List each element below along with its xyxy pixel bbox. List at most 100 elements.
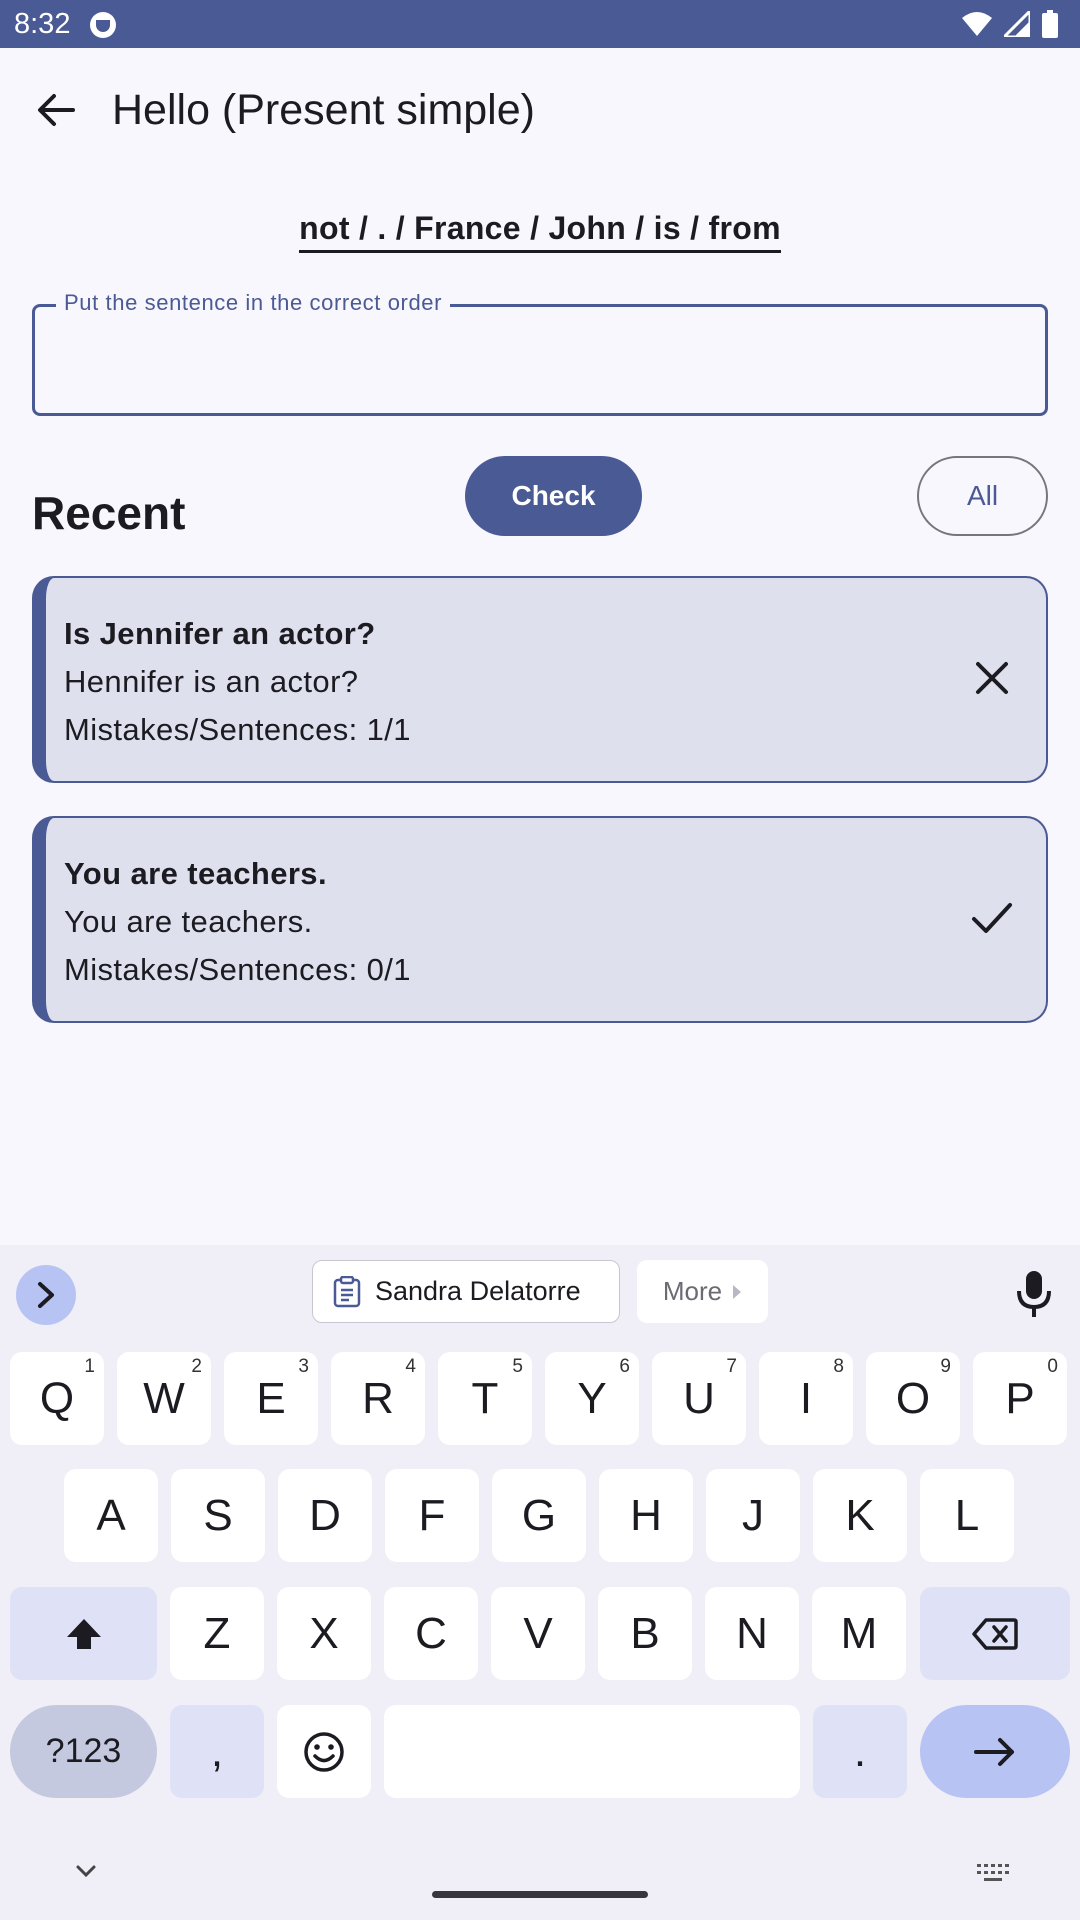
key-f[interactable]: F — [385, 1469, 479, 1562]
key-label: L — [954, 1490, 980, 1540]
arrow-forward-icon — [974, 1737, 1014, 1766]
key-g[interactable]: G — [492, 1469, 586, 1562]
key-m[interactable]: M — [812, 1587, 906, 1680]
key-b[interactable]: B — [598, 1587, 692, 1680]
key-o[interactable]: O9 — [866, 1352, 960, 1445]
key-j[interactable]: J — [706, 1469, 800, 1562]
hide-keyboard-icon[interactable] — [72, 1862, 100, 1882]
correct-sentence: You are teachers. — [64, 856, 327, 891]
key-label: I — [799, 1373, 813, 1423]
sentence-input-field[interactable] — [32, 304, 1048, 416]
symbols-key[interactable]: ?123 — [10, 1705, 157, 1798]
key-hint-number: 0 — [1047, 1356, 1058, 1377]
signal-icon — [1004, 11, 1030, 37]
period-key[interactable]: . — [813, 1705, 907, 1798]
key-label: G — [521, 1490, 557, 1540]
user-sentence: You are teachers. — [64, 904, 313, 939]
key-label: T — [471, 1373, 499, 1423]
more-label: More — [662, 1276, 723, 1306]
key-u[interactable]: U7 — [652, 1352, 746, 1445]
key-label: A — [96, 1490, 126, 1540]
word-prompt: not / . / France / John / is / from — [0, 210, 1080, 253]
key-label: B — [630, 1608, 660, 1658]
backspace-icon — [972, 1617, 1018, 1650]
comma-key[interactable]: , — [170, 1705, 264, 1798]
key-label: O — [895, 1373, 931, 1423]
key-hint-number: 7 — [726, 1356, 737, 1377]
status-bar: 8:32 — [0, 0, 1080, 48]
key-label: D — [309, 1490, 341, 1540]
emoji-key[interactable] — [277, 1705, 371, 1798]
mistakes-stats: Mistakes/Sentences: 0/1 — [64, 952, 411, 987]
mistakes-stats: Mistakes/Sentences: 1/1 — [64, 712, 411, 747]
page-title: Hello (Present simple) — [112, 86, 535, 134]
key-label: V — [523, 1608, 553, 1658]
key-label: M — [840, 1608, 878, 1658]
key-c[interactable]: C — [384, 1587, 478, 1680]
key-label: S — [203, 1490, 233, 1540]
key-l[interactable]: L — [920, 1469, 1014, 1562]
more-suggestions-button[interactable]: More — [637, 1260, 768, 1323]
enter-key[interactable] — [920, 1705, 1070, 1798]
key-d[interactable]: D — [278, 1469, 372, 1562]
key-label: Q — [39, 1373, 75, 1423]
notification-face-icon — [90, 12, 116, 38]
key-e[interactable]: E3 — [224, 1352, 318, 1445]
emoji-icon — [304, 1731, 344, 1772]
key-q[interactable]: Q1 — [10, 1352, 104, 1445]
key-label: Z — [203, 1608, 231, 1658]
key-s[interactable]: S — [171, 1469, 265, 1562]
clipboard-suggestion-chip[interactable]: Sandra Delatorre — [312, 1260, 620, 1323]
user-sentence: Hennifer is an actor? — [64, 664, 359, 699]
check-button[interactable]: Check — [465, 456, 642, 536]
space-key[interactable] — [384, 1705, 800, 1798]
key-label: F — [418, 1490, 446, 1540]
key-a[interactable]: A — [64, 1469, 158, 1562]
key-hint-number: 5 — [512, 1356, 523, 1377]
check-icon — [968, 894, 1016, 942]
chevron-right-icon — [38, 1282, 54, 1308]
key-hint-number: 8 — [833, 1356, 844, 1377]
on-screen-keyboard: Sandra Delatorre More Q1W2E3R4T5Y6U7I8O9… — [0, 1245, 1080, 1920]
status-time: 8:32 — [14, 8, 71, 40]
recent-card[interactable]: Is Jennifer an actor? Hennifer is an act… — [32, 576, 1048, 783]
key-p[interactable]: P0 — [973, 1352, 1067, 1445]
key-z[interactable]: Z — [170, 1587, 264, 1680]
all-button[interactable]: All — [917, 456, 1048, 536]
back-button[interactable] — [34, 88, 78, 132]
key-label: H — [630, 1490, 662, 1540]
key-hint-number: 9 — [940, 1356, 951, 1377]
shift-icon — [66, 1618, 101, 1649]
key-y[interactable]: Y6 — [545, 1352, 639, 1445]
home-indicator[interactable] — [432, 1891, 648, 1898]
recent-card[interactable]: You are teachers. You are teachers. Mist… — [32, 816, 1048, 1023]
backspace-key[interactable] — [920, 1587, 1070, 1680]
key-label: X — [309, 1608, 339, 1658]
key-x[interactable]: X — [277, 1587, 371, 1680]
keyboard-switch-icon[interactable] — [976, 1862, 1010, 1884]
key-label: N — [736, 1608, 768, 1658]
recent-heading: Recent — [32, 487, 186, 539]
key-v[interactable]: V — [491, 1587, 585, 1680]
arrow-back-icon — [38, 94, 75, 126]
sentence-input[interactable] — [55, 329, 1015, 389]
key-r[interactable]: R4 — [331, 1352, 425, 1445]
clipboard-icon — [333, 1275, 361, 1307]
key-label: P — [1005, 1373, 1035, 1423]
microphone-icon — [1017, 1271, 1051, 1317]
key-label: Y — [577, 1373, 607, 1423]
shift-key[interactable] — [10, 1587, 157, 1680]
wifi-icon — [962, 12, 992, 36]
key-hint-number: 2 — [191, 1356, 202, 1377]
key-i[interactable]: I8 — [759, 1352, 853, 1445]
suggestion-text: Sandra Delatorre — [375, 1276, 581, 1306]
key-h[interactable]: H — [599, 1469, 693, 1562]
key-t[interactable]: T5 — [438, 1352, 532, 1445]
microphone-button[interactable] — [1014, 1269, 1054, 1319]
key-n[interactable]: N — [705, 1587, 799, 1680]
correct-sentence: Is Jennifer an actor? — [64, 616, 376, 651]
expand-toolbar-button[interactable] — [16, 1265, 76, 1325]
key-w[interactable]: W2 — [117, 1352, 211, 1445]
battery-icon — [1042, 10, 1058, 38]
key-k[interactable]: K — [813, 1469, 907, 1562]
